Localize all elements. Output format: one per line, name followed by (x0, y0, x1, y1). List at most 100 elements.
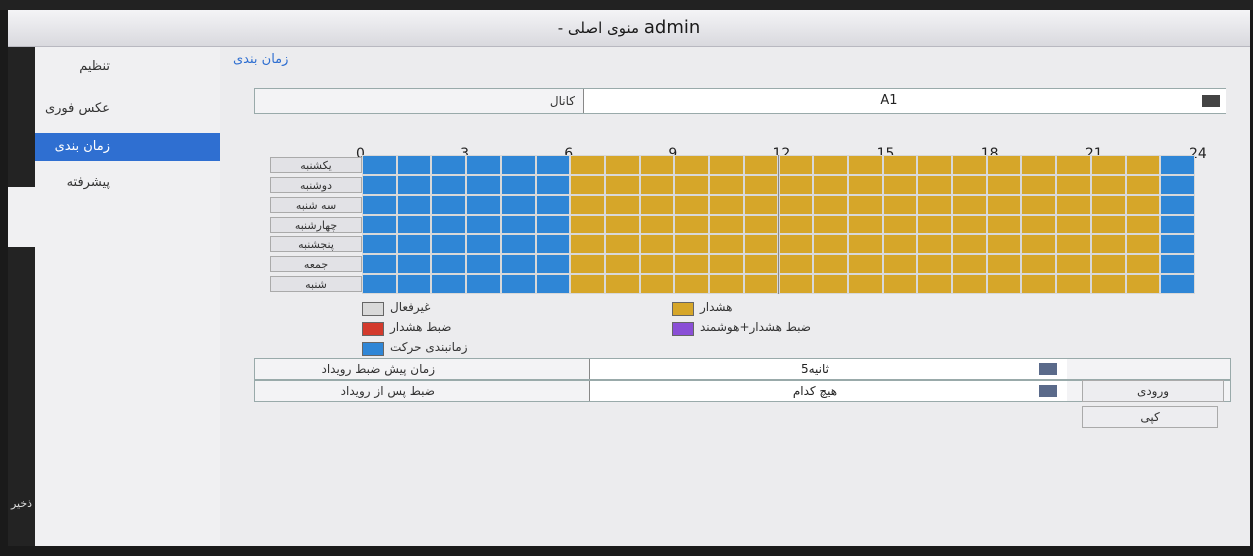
schedule-cell[interactable] (813, 174, 848, 195)
schedule-cell[interactable] (1125, 254, 1161, 275)
schedule-cell[interactable] (604, 274, 640, 294)
schedule-cell[interactable] (570, 254, 605, 275)
schedule-cell[interactable] (882, 194, 918, 215)
schedule-cell[interactable] (362, 254, 397, 275)
schedule-cell[interactable] (1021, 194, 1057, 215)
schedule-cell[interactable] (431, 214, 467, 235)
schedule-cell[interactable] (604, 174, 640, 195)
copy-button[interactable]: کپی (1082, 406, 1218, 428)
schedule-cell[interactable] (674, 155, 710, 175)
schedule-cell[interactable] (986, 214, 1022, 235)
schedule-cell[interactable] (986, 155, 1022, 175)
day-label[interactable]: سه شنبه (270, 196, 362, 213)
legend-alarm-swatch[interactable] (672, 302, 694, 316)
schedule-cell[interactable] (535, 194, 571, 215)
schedule-cell[interactable] (917, 155, 953, 175)
schedule-cell[interactable] (847, 214, 883, 235)
schedule-cell[interactable] (813, 214, 848, 235)
schedule-cell[interactable] (466, 194, 501, 215)
schedule-cell[interactable] (1021, 155, 1057, 175)
schedule-cell[interactable] (674, 254, 710, 275)
schedule-cell[interactable] (847, 155, 883, 175)
schedule-cell[interactable] (1125, 174, 1161, 195)
schedule-cell[interactable] (1125, 234, 1161, 255)
schedule-cell[interactable] (847, 234, 883, 255)
schedule-cell[interactable] (882, 274, 918, 294)
schedule-cell[interactable] (639, 194, 675, 215)
schedule-cell[interactable] (535, 234, 571, 255)
schedule-cell[interactable] (1090, 155, 1126, 175)
schedule-cell[interactable] (813, 274, 848, 294)
schedule-cell[interactable] (466, 254, 501, 275)
schedule-cell[interactable] (709, 234, 744, 255)
schedule-cell[interactable] (743, 234, 779, 255)
schedule-cell[interactable] (535, 174, 571, 195)
schedule-cell[interactable] (813, 254, 848, 275)
schedule-cell[interactable] (847, 174, 883, 195)
schedule-cell[interactable] (639, 174, 675, 195)
schedule-cell[interactable] (986, 254, 1022, 275)
schedule-cell[interactable] (396, 214, 432, 235)
schedule-cell[interactable] (1021, 254, 1057, 275)
schedule-cell[interactable] (743, 174, 779, 195)
schedule-cell[interactable] (1160, 174, 1195, 195)
schedule-cell[interactable] (917, 194, 953, 215)
schedule-cell[interactable] (466, 234, 501, 255)
schedule-cell[interactable] (952, 234, 987, 255)
schedule-cell[interactable] (917, 254, 953, 275)
schedule-cell[interactable] (431, 174, 467, 195)
schedule-cell[interactable] (1090, 214, 1126, 235)
schedule-cell[interactable] (1160, 214, 1195, 235)
sidebar-item-snapshot[interactable]: عکس فوری (35, 95, 220, 123)
schedule-cell[interactable] (396, 194, 432, 215)
schedule-cell[interactable] (570, 234, 605, 255)
schedule-cell[interactable] (1160, 194, 1195, 215)
schedule-cell[interactable] (604, 214, 640, 235)
schedule-cell[interactable] (778, 174, 814, 195)
schedule-cell[interactable] (847, 274, 883, 294)
sidebar-item-schedule[interactable]: زمان بندی (35, 133, 220, 161)
schedule-cell[interactable] (604, 254, 640, 275)
schedule-cell[interactable] (743, 214, 779, 235)
schedule-cell[interactable] (535, 254, 571, 275)
dropdown-arrow-icon[interactable] (1202, 95, 1220, 107)
schedule-cell[interactable] (813, 234, 848, 255)
legend-alarm-record-swatch[interactable] (362, 322, 384, 336)
schedule-cell[interactable] (986, 274, 1022, 294)
schedule-cell[interactable] (1056, 174, 1091, 195)
schedule-cell[interactable] (952, 214, 987, 235)
schedule-cell[interactable] (1160, 274, 1195, 294)
day-label[interactable]: پنجشنبه (270, 236, 362, 253)
schedule-cell[interactable] (1021, 214, 1057, 235)
schedule-cell[interactable] (431, 155, 467, 175)
schedule-cell[interactable] (1090, 234, 1126, 255)
schedule-cell[interactable] (709, 214, 744, 235)
schedule-cell[interactable] (917, 174, 953, 195)
pre-record-select[interactable]: 5ثانیه (589, 359, 1067, 379)
schedule-cell[interactable] (1056, 274, 1091, 294)
schedule-cell[interactable] (570, 214, 605, 235)
schedule-cell[interactable] (362, 194, 397, 215)
schedule-cell[interactable] (986, 234, 1022, 255)
day-label[interactable]: جمعه (270, 256, 362, 273)
schedule-cell[interactable] (709, 155, 744, 175)
schedule-cell[interactable] (466, 214, 501, 235)
schedule-cell[interactable] (466, 155, 501, 175)
schedule-cell[interactable] (396, 274, 432, 294)
schedule-cell[interactable] (396, 155, 432, 175)
schedule-cell[interactable] (431, 254, 467, 275)
schedule-cell[interactable] (952, 155, 987, 175)
schedule-cell[interactable] (674, 194, 710, 215)
schedule-cell[interactable] (1125, 214, 1161, 235)
schedule-cell[interactable] (778, 234, 814, 255)
schedule-cell[interactable] (986, 174, 1022, 195)
schedule-cell[interactable] (674, 274, 710, 294)
schedule-cell[interactable] (882, 214, 918, 235)
schedule-cell[interactable] (604, 234, 640, 255)
schedule-cell[interactable] (1125, 194, 1161, 215)
schedule-cell[interactable] (1056, 254, 1091, 275)
schedule-cell[interactable] (778, 274, 814, 294)
schedule-cell[interactable] (674, 174, 710, 195)
schedule-cell[interactable] (674, 214, 710, 235)
schedule-cell[interactable] (535, 155, 571, 175)
